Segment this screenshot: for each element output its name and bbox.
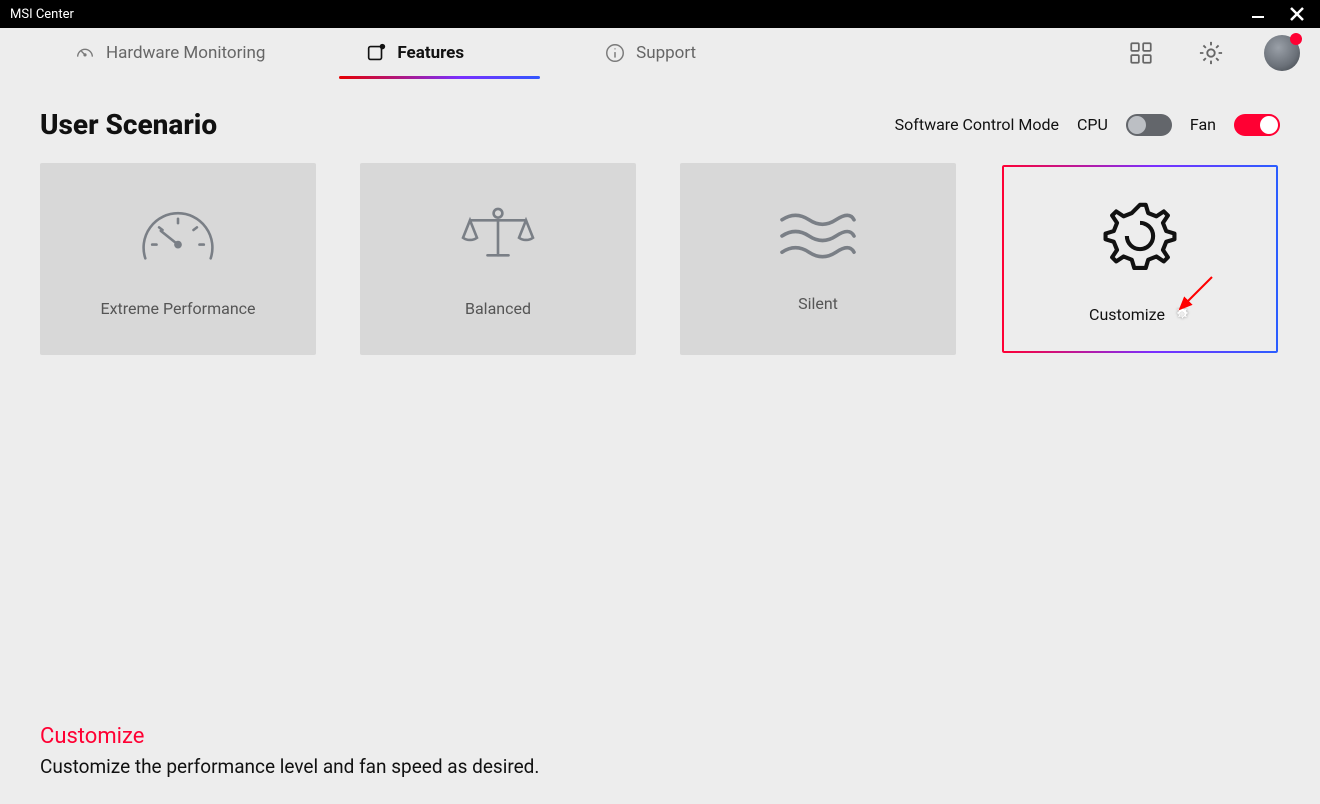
footer-panel: Customize Customize the performance leve…	[40, 724, 539, 778]
card-extreme-performance[interactable]: Extreme Performance	[40, 163, 316, 355]
minimize-button[interactable]	[1250, 6, 1266, 22]
gauge-icon	[135, 201, 221, 271]
fan-toggle[interactable]	[1234, 114, 1280, 136]
card-customize[interactable]: Customize	[1000, 163, 1280, 355]
annotation-arrow	[1172, 273, 1216, 317]
square-notification-icon	[365, 42, 387, 64]
card-balanced[interactable]: Balanced	[360, 163, 636, 355]
notification-dot	[1290, 33, 1302, 45]
settings-icon[interactable]	[1194, 36, 1228, 70]
waves-icon	[773, 206, 863, 266]
software-control-label: Software Control Mode	[895, 115, 1059, 134]
gauge-icon	[74, 42, 96, 64]
gear-icon	[1099, 195, 1181, 277]
user-avatar[interactable]	[1264, 35, 1300, 71]
scenario-cards: Extreme Performance Balanced	[40, 163, 1280, 355]
window-title: MSI Center	[10, 7, 1250, 22]
window-controls	[1250, 5, 1306, 23]
content: User Scenario Software Control Mode CPU …	[0, 78, 1320, 355]
top-nav: Hardware Monitoring Features Support	[0, 28, 1320, 78]
header-right-icons	[1124, 28, 1300, 78]
tab-features[interactable]: Features	[365, 30, 464, 76]
tab-underline	[339, 76, 540, 79]
support-icon	[604, 42, 626, 64]
apps-grid-icon[interactable]	[1124, 36, 1158, 70]
close-button[interactable]	[1288, 5, 1306, 23]
section-head: User Scenario Software Control Mode CPU …	[40, 108, 1280, 141]
cpu-toggle[interactable]	[1126, 114, 1172, 136]
scale-icon	[453, 201, 543, 271]
section-title: User Scenario	[40, 108, 217, 141]
tab-hardware-monitoring[interactable]: Hardware Monitoring	[74, 30, 265, 76]
fan-label: Fan	[1190, 115, 1216, 134]
titlebar: MSI Center	[0, 0, 1320, 28]
card-label: Silent	[798, 294, 838, 313]
card-label: Customize	[1089, 305, 1165, 324]
tab-label: Support	[636, 43, 696, 63]
footer-description: Customize the performance level and fan …	[40, 755, 539, 778]
tab-label: Hardware Monitoring	[106, 43, 265, 63]
tab-label: Features	[397, 43, 464, 63]
card-label: Extreme Performance	[100, 299, 255, 318]
footer-title: Customize	[40, 724, 539, 749]
card-silent[interactable]: Silent	[680, 163, 956, 355]
section-controls: Software Control Mode CPU Fan	[895, 114, 1280, 136]
tab-support[interactable]: Support	[604, 30, 696, 76]
card-label: Balanced	[465, 299, 531, 318]
cpu-label: CPU	[1077, 115, 1108, 134]
